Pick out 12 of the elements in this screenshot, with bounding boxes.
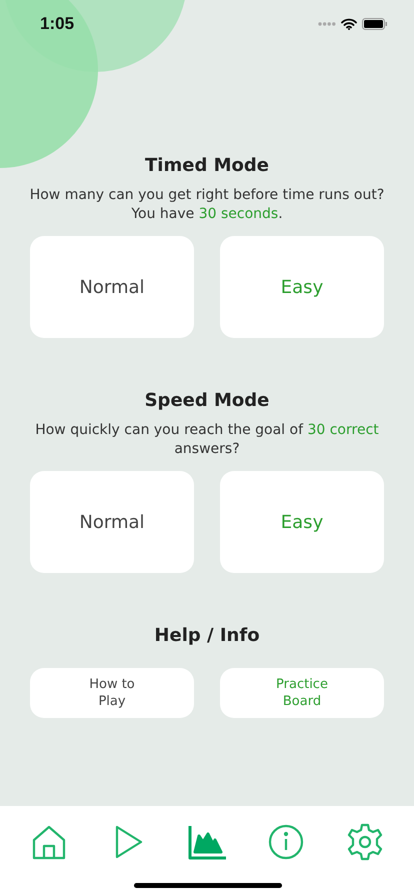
battery-icon [362, 18, 388, 30]
mode-button[interactable]: Normal [30, 471, 194, 573]
signal-icon [318, 22, 336, 26]
section-description: How quickly can you reach the goal of 30 correct answers? [34, 421, 380, 459]
help-button[interactable]: How to Play [30, 668, 194, 718]
section-description: How many can you get right before time runs out? You have 30 seconds. [28, 186, 386, 224]
status-time: 1:05 [40, 14, 74, 34]
section-title: Speed Mode [144, 390, 270, 411]
section-title: Timed Mode [145, 155, 269, 176]
mode-button[interactable]: Normal [30, 236, 194, 338]
section-title: Help / Info [154, 625, 260, 646]
wifi-icon [341, 18, 357, 30]
